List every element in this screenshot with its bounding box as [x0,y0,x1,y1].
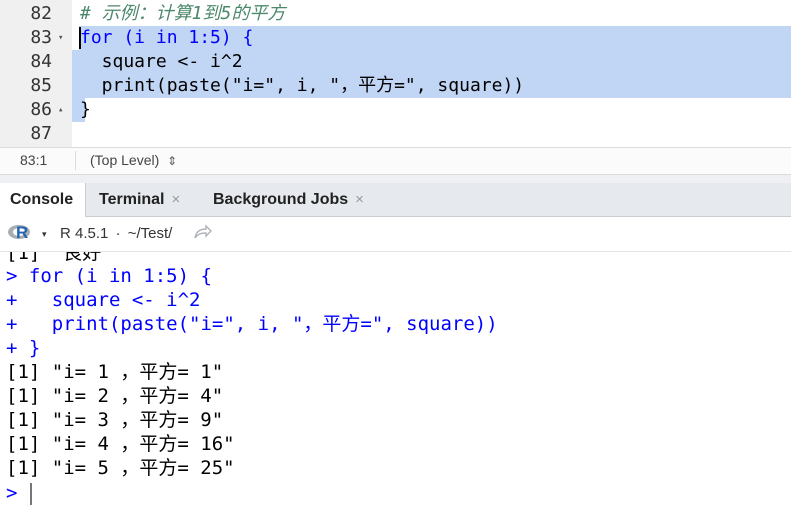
code-line-close[interactable]: } [80,98,91,122]
console-prompt[interactable]: > [6,481,17,505]
tab-label: Console [10,191,74,208]
tab-label: Terminal [99,191,165,208]
console-input-line: + print(paste("i=", i, "，平方=", square)) [6,313,498,335]
line-number: 85 [30,75,52,96]
close-icon[interactable]: × [172,191,181,208]
console-output[interactable]: [1] "良好" > for (i in 1:5) { + square <- … [0,252,791,511]
line-number-gutter: 82 83 84 85 86 87 ▾ ▴ [0,0,72,147]
working-directory: ~/Test/ [127,225,173,242]
close-icon[interactable]: × [355,191,364,208]
tab-console[interactable]: Console [0,183,86,217]
r-version: R 4.5.1 [60,225,109,242]
console-input-line: + } [6,337,41,359]
tab-background-jobs[interactable]: Background Jobs × [203,183,383,216]
scope-label: (Top Level) [90,152,160,168]
editor-status-bar: 83:1 (Top Level) ⇕ [0,147,791,175]
console-output-line: [1] "i= 4 ，平方= 16" [6,433,235,455]
goto-directory-icon[interactable] [192,224,212,242]
tab-terminal[interactable]: Terminal × [89,183,201,216]
working-directory-info: R 4.5.1 · ~/Test/ [60,225,172,242]
code-text: for (i in 1:5) { [80,27,254,48]
r-logo-icon[interactable]: R [8,223,34,243]
code-text: print(paste("i=", i, "，平方=", square)) [80,75,525,96]
pane-separator[interactable] [0,175,791,183]
line-number: 86 [30,99,52,120]
code-line-for[interactable]: for (i in 1:5) { [80,26,253,50]
separator-dot: · [115,225,121,242]
code-text: square <- i^2 [80,51,243,72]
scope-arrows-icon: ⇕ [167,154,178,168]
tab-label: Background Jobs [213,191,349,208]
r-logo-letter: R [16,223,29,242]
line-number: 84 [30,51,52,72]
source-editor[interactable]: 82 83 84 85 86 87 ▾ ▴ # 示例：计算1到5的平方 for … [0,0,791,147]
line-number: 87 [30,123,52,144]
cursor-position: 83:1 [20,152,48,168]
code-line-square[interactable]: square <- i^2 [80,50,243,74]
fold-collapse-icon[interactable]: ▾ [58,26,63,50]
console-toolbar: R ▾ R 4.5.1 · ~/Test/ [0,217,791,252]
code-text: } [80,99,91,120]
console-output-line: [1] "i= 1 ，平方= 1" [6,361,224,383]
code-line-print[interactable]: print(paste("i=", i, "，平方=", square)) [80,74,524,98]
line-number: 82 [30,3,52,24]
scope-selector[interactable]: (Top Level) ⇕ [90,152,177,168]
console-input-line: > for (i in 1:5) { [6,265,212,287]
console-input-line: + square <- i^2 [6,289,201,311]
console-cursor [30,483,32,505]
console-output-line: [1] "i= 2 ，平方= 4" [6,385,224,407]
code-line-comment[interactable]: # 示例：计算1到5的平方 [80,2,285,26]
console-output-line: [1] "i= 5 ，平方= 25" [6,457,235,479]
console-output-line: [1] "i= 3 ，平方= 9" [6,409,224,431]
line-number: 83 [30,27,52,48]
chevron-down-icon[interactable]: ▾ [42,229,47,240]
fold-end-icon[interactable]: ▴ [58,98,63,122]
pane-tab-bar: Console Terminal × Background Jobs × [0,183,791,217]
divider [75,151,76,170]
